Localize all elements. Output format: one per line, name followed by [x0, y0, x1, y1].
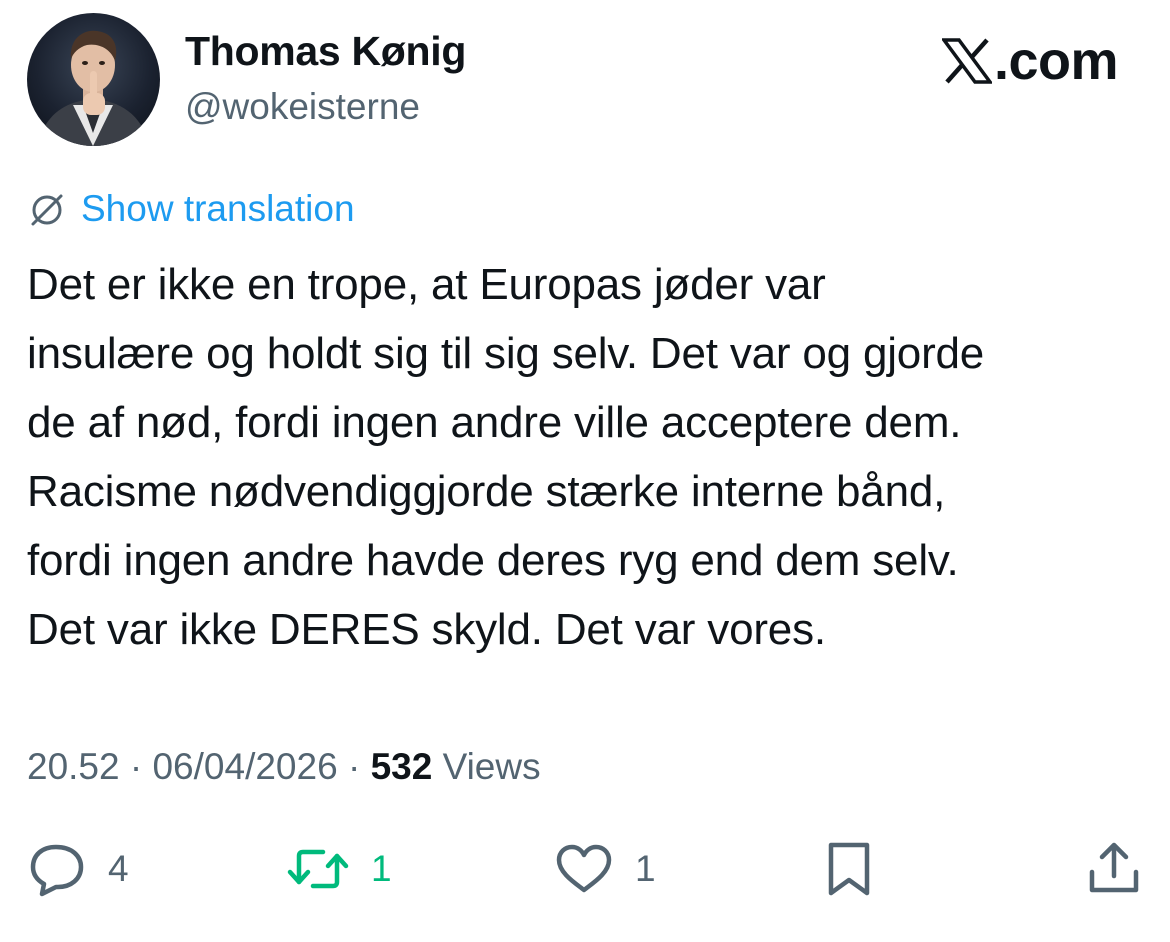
tweet-date[interactable]: 06/04/2026 [152, 746, 337, 787]
x-logo-icon [941, 38, 992, 84]
like-button[interactable]: 1 [555, 836, 656, 902]
tweet-text-line: insulære og holdt sig til sig selv. Det … [27, 329, 985, 378]
action-bar: 4 1 1 [0, 836, 1170, 902]
tweet-text-line: fordi ingen andre havde deres ryg end de… [27, 536, 959, 585]
tweet-time[interactable]: 20.52 [27, 746, 120, 787]
show-translation-label: Show translation [81, 188, 355, 229]
reply-icon [30, 844, 84, 897]
tweet-text-line: Racisme nødvendiggjorde stærke interne b… [27, 467, 946, 516]
meta-separator: · [119, 746, 153, 787]
reply-count: 4 [108, 848, 129, 889]
bookmark-icon [828, 842, 870, 896]
share-icon [1089, 842, 1139, 893]
meta-separator: · [337, 746, 371, 787]
author-display-name[interactable]: Thomas Kønig [185, 28, 466, 75]
avatar[interactable] [27, 13, 160, 146]
avatar-photo [37, 30, 150, 146]
tweet-text: Det er ikke en trope, at Europas jøder v… [27, 250, 1152, 664]
views-count: 532 [370, 746, 433, 787]
heart-icon [556, 844, 612, 893]
brand-logo: .com [941, 30, 1119, 92]
tweet-text-line: de af nød, fordi ingen andre ville accep… [27, 398, 962, 447]
author-handle[interactable]: @wokeisterne [185, 86, 420, 128]
globe-icon [31, 194, 63, 226]
reply-button[interactable]: 4 [28, 836, 129, 902]
tweet-meta: 20.52 · 06/04/2026 · 532 Views [27, 740, 541, 794]
retweet-icon [287, 849, 349, 889]
views-label: Views [432, 746, 541, 787]
retweet-count: 1 [371, 848, 392, 889]
tweet-text-line: Det var ikke DERES skyld. Det var vores. [27, 605, 826, 654]
brand-text: .com [993, 31, 1119, 91]
retweet-button[interactable]: 1 [287, 836, 392, 902]
like-count: 1 [635, 848, 656, 889]
tweet-text-line: Det er ikke en trope, at Europas jøder v… [27, 260, 826, 309]
show-translation-link[interactable]: Show translation [27, 186, 355, 232]
bookmark-button[interactable] [822, 836, 876, 902]
share-button[interactable] [1086, 836, 1142, 902]
